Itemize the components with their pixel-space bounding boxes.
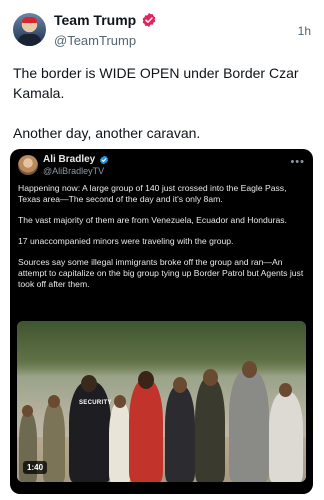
author-name-row: Team Trump <box>54 12 157 28</box>
author-display-name[interactable]: Team Trump <box>54 12 136 28</box>
verified-badge-icon <box>142 13 156 27</box>
quoted-tweet-body: Happening now: A large group of 140 just… <box>18 183 306 290</box>
video-figure-head <box>138 371 154 389</box>
quoted-author-name-row: Ali Bradley <box>43 154 109 165</box>
video-figure <box>195 378 225 482</box>
avatar-hat <box>22 17 37 23</box>
video-figure <box>165 386 195 482</box>
avatar-suit <box>18 34 41 46</box>
video-background-trees <box>17 321 306 376</box>
author-avatar[interactable] <box>13 13 46 46</box>
tweet-text-line: Another day, another caravan. <box>13 125 201 141</box>
tweet-text-line: The border is WIDE OPEN under Border Cza… <box>13 65 299 101</box>
video-figure <box>269 392 303 482</box>
video-figure-head <box>279 383 292 397</box>
video-player[interactable]: SECURITY 1:40 <box>17 321 306 482</box>
quoted-paragraph: The vast majority of them are from Venez… <box>18 215 287 225</box>
video-figure-head <box>22 405 33 417</box>
quoted-paragraph: Happening now: A large group of 140 just… <box>18 183 287 204</box>
tweet-timestamp[interactable]: 1h <box>298 24 311 38</box>
quoted-paragraph: Sources say some illegal immigrants brok… <box>18 257 304 289</box>
quoted-author-handle[interactable]: @AliBradleyTV <box>43 166 104 176</box>
security-vest-label: SECURITY <box>79 400 112 406</box>
video-figure-red <box>129 380 163 482</box>
quoted-author-display-name[interactable]: Ali Bradley <box>43 154 95 165</box>
video-figure-head <box>173 377 187 393</box>
tweet-header: Team Trump @TeamTrump 1h <box>13 10 313 50</box>
video-figure-head <box>242 361 257 378</box>
video-figure-head <box>203 369 218 386</box>
video-figure-head <box>81 375 97 392</box>
quoted-paragraph: 17 unaccompanied minors were traveling w… <box>18 236 234 246</box>
tweet-body: The border is WIDE OPEN under Border Cza… <box>13 63 313 143</box>
video-duration-badge: 1:40 <box>23 461 48 474</box>
video-figure-head <box>48 395 60 408</box>
video-figure-head <box>114 395 126 408</box>
author-handle[interactable]: @TeamTrump <box>54 33 136 48</box>
video-figure <box>109 402 131 482</box>
more-dots-icon[interactable]: ••• <box>290 156 305 168</box>
quoted-author-avatar[interactable] <box>18 155 38 175</box>
quoted-verified-badge-icon <box>100 155 109 164</box>
video-figure-agent <box>69 382 111 482</box>
video-figure-gray <box>229 370 269 482</box>
quoted-tweet-card[interactable]: Ali Bradley @AliBradleyTV ••• Happening … <box>10 149 313 494</box>
